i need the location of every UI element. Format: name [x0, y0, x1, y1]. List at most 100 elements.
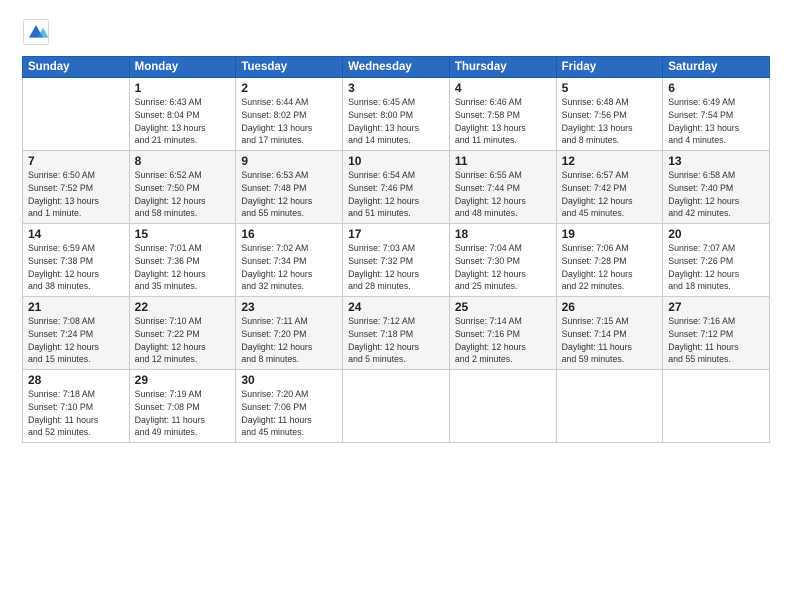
calendar-cell [449, 370, 556, 443]
day-info: Sunrise: 6:44 AM Sunset: 8:02 PM Dayligh… [241, 96, 337, 147]
day-info: Sunrise: 7:18 AM Sunset: 7:10 PM Dayligh… [28, 388, 124, 439]
day-number: 27 [668, 300, 764, 314]
calendar-cell: 29Sunrise: 7:19 AM Sunset: 7:08 PM Dayli… [129, 370, 236, 443]
header [22, 18, 770, 46]
day-number: 15 [135, 227, 231, 241]
calendar-cell: 25Sunrise: 7:14 AM Sunset: 7:16 PM Dayli… [449, 297, 556, 370]
calendar-weekday-sunday: Sunday [23, 57, 130, 78]
calendar-cell [343, 370, 450, 443]
day-number: 18 [455, 227, 551, 241]
day-info: Sunrise: 7:08 AM Sunset: 7:24 PM Dayligh… [28, 315, 124, 366]
calendar-cell: 21Sunrise: 7:08 AM Sunset: 7:24 PM Dayli… [23, 297, 130, 370]
calendar-cell: 3Sunrise: 6:45 AM Sunset: 8:00 PM Daylig… [343, 78, 450, 151]
day-number: 21 [28, 300, 124, 314]
calendar-week-row: 1Sunrise: 6:43 AM Sunset: 8:04 PM Daylig… [23, 78, 770, 151]
calendar-cell [663, 370, 770, 443]
calendar-cell: 19Sunrise: 7:06 AM Sunset: 7:28 PM Dayli… [556, 224, 663, 297]
calendar-cell: 22Sunrise: 7:10 AM Sunset: 7:22 PM Dayli… [129, 297, 236, 370]
day-info: Sunrise: 6:54 AM Sunset: 7:46 PM Dayligh… [348, 169, 444, 220]
day-info: Sunrise: 7:12 AM Sunset: 7:18 PM Dayligh… [348, 315, 444, 366]
calendar-weekday-monday: Monday [129, 57, 236, 78]
day-info: Sunrise: 7:11 AM Sunset: 7:20 PM Dayligh… [241, 315, 337, 366]
calendar-cell: 9Sunrise: 6:53 AM Sunset: 7:48 PM Daylig… [236, 151, 343, 224]
calendar-cell [556, 370, 663, 443]
calendar-week-row: 21Sunrise: 7:08 AM Sunset: 7:24 PM Dayli… [23, 297, 770, 370]
day-number: 23 [241, 300, 337, 314]
day-number: 5 [562, 81, 658, 95]
day-info: Sunrise: 6:57 AM Sunset: 7:42 PM Dayligh… [562, 169, 658, 220]
day-info: Sunrise: 6:45 AM Sunset: 8:00 PM Dayligh… [348, 96, 444, 147]
calendar-cell: 26Sunrise: 7:15 AM Sunset: 7:14 PM Dayli… [556, 297, 663, 370]
logo-icon [22, 18, 50, 46]
day-info: Sunrise: 7:01 AM Sunset: 7:36 PM Dayligh… [135, 242, 231, 293]
calendar-cell: 5Sunrise: 6:48 AM Sunset: 7:56 PM Daylig… [556, 78, 663, 151]
calendar-cell: 27Sunrise: 7:16 AM Sunset: 7:12 PM Dayli… [663, 297, 770, 370]
day-number: 16 [241, 227, 337, 241]
day-info: Sunrise: 6:50 AM Sunset: 7:52 PM Dayligh… [28, 169, 124, 220]
day-number: 12 [562, 154, 658, 168]
day-info: Sunrise: 7:02 AM Sunset: 7:34 PM Dayligh… [241, 242, 337, 293]
day-info: Sunrise: 7:16 AM Sunset: 7:12 PM Dayligh… [668, 315, 764, 366]
day-number: 6 [668, 81, 764, 95]
day-info: Sunrise: 7:14 AM Sunset: 7:16 PM Dayligh… [455, 315, 551, 366]
day-info: Sunrise: 6:49 AM Sunset: 7:54 PM Dayligh… [668, 96, 764, 147]
calendar-header-row: SundayMondayTuesdayWednesdayThursdayFrid… [23, 57, 770, 78]
calendar-cell [23, 78, 130, 151]
calendar-cell: 18Sunrise: 7:04 AM Sunset: 7:30 PM Dayli… [449, 224, 556, 297]
calendar-weekday-thursday: Thursday [449, 57, 556, 78]
day-number: 17 [348, 227, 444, 241]
day-number: 28 [28, 373, 124, 387]
calendar-cell: 16Sunrise: 7:02 AM Sunset: 7:34 PM Dayli… [236, 224, 343, 297]
day-number: 13 [668, 154, 764, 168]
day-info: Sunrise: 7:20 AM Sunset: 7:06 PM Dayligh… [241, 388, 337, 439]
calendar-cell: 14Sunrise: 6:59 AM Sunset: 7:38 PM Dayli… [23, 224, 130, 297]
day-number: 2 [241, 81, 337, 95]
calendar-weekday-saturday: Saturday [663, 57, 770, 78]
day-info: Sunrise: 7:10 AM Sunset: 7:22 PM Dayligh… [135, 315, 231, 366]
day-number: 3 [348, 81, 444, 95]
day-number: 14 [28, 227, 124, 241]
calendar-cell: 2Sunrise: 6:44 AM Sunset: 8:02 PM Daylig… [236, 78, 343, 151]
day-info: Sunrise: 7:03 AM Sunset: 7:32 PM Dayligh… [348, 242, 444, 293]
day-number: 7 [28, 154, 124, 168]
day-info: Sunrise: 7:07 AM Sunset: 7:26 PM Dayligh… [668, 242, 764, 293]
day-number: 9 [241, 154, 337, 168]
calendar-cell: 20Sunrise: 7:07 AM Sunset: 7:26 PM Dayli… [663, 224, 770, 297]
day-info: Sunrise: 7:19 AM Sunset: 7:08 PM Dayligh… [135, 388, 231, 439]
calendar-cell: 7Sunrise: 6:50 AM Sunset: 7:52 PM Daylig… [23, 151, 130, 224]
day-info: Sunrise: 7:06 AM Sunset: 7:28 PM Dayligh… [562, 242, 658, 293]
day-info: Sunrise: 6:46 AM Sunset: 7:58 PM Dayligh… [455, 96, 551, 147]
calendar-cell: 6Sunrise: 6:49 AM Sunset: 7:54 PM Daylig… [663, 78, 770, 151]
day-number: 26 [562, 300, 658, 314]
calendar-weekday-tuesday: Tuesday [236, 57, 343, 78]
day-info: Sunrise: 7:04 AM Sunset: 7:30 PM Dayligh… [455, 242, 551, 293]
calendar-cell: 4Sunrise: 6:46 AM Sunset: 7:58 PM Daylig… [449, 78, 556, 151]
calendar-weekday-friday: Friday [556, 57, 663, 78]
day-info: Sunrise: 6:58 AM Sunset: 7:40 PM Dayligh… [668, 169, 764, 220]
calendar-cell: 11Sunrise: 6:55 AM Sunset: 7:44 PM Dayli… [449, 151, 556, 224]
calendar-cell: 1Sunrise: 6:43 AM Sunset: 8:04 PM Daylig… [129, 78, 236, 151]
calendar-table: SundayMondayTuesdayWednesdayThursdayFrid… [22, 56, 770, 443]
calendar-cell: 28Sunrise: 7:18 AM Sunset: 7:10 PM Dayli… [23, 370, 130, 443]
day-number: 20 [668, 227, 764, 241]
calendar-cell: 30Sunrise: 7:20 AM Sunset: 7:06 PM Dayli… [236, 370, 343, 443]
day-info: Sunrise: 6:48 AM Sunset: 7:56 PM Dayligh… [562, 96, 658, 147]
day-number: 10 [348, 154, 444, 168]
day-number: 25 [455, 300, 551, 314]
day-info: Sunrise: 6:52 AM Sunset: 7:50 PM Dayligh… [135, 169, 231, 220]
day-number: 11 [455, 154, 551, 168]
day-info: Sunrise: 6:43 AM Sunset: 8:04 PM Dayligh… [135, 96, 231, 147]
page: SundayMondayTuesdayWednesdayThursdayFrid… [0, 0, 792, 612]
calendar-cell: 24Sunrise: 7:12 AM Sunset: 7:18 PM Dayli… [343, 297, 450, 370]
day-info: Sunrise: 7:15 AM Sunset: 7:14 PM Dayligh… [562, 315, 658, 366]
day-number: 22 [135, 300, 231, 314]
day-info: Sunrise: 6:59 AM Sunset: 7:38 PM Dayligh… [28, 242, 124, 293]
day-number: 4 [455, 81, 551, 95]
calendar-cell: 10Sunrise: 6:54 AM Sunset: 7:46 PM Dayli… [343, 151, 450, 224]
calendar-week-row: 7Sunrise: 6:50 AM Sunset: 7:52 PM Daylig… [23, 151, 770, 224]
day-number: 19 [562, 227, 658, 241]
day-number: 1 [135, 81, 231, 95]
calendar-week-row: 28Sunrise: 7:18 AM Sunset: 7:10 PM Dayli… [23, 370, 770, 443]
logo [22, 18, 53, 46]
calendar-cell: 17Sunrise: 7:03 AM Sunset: 7:32 PM Dayli… [343, 224, 450, 297]
